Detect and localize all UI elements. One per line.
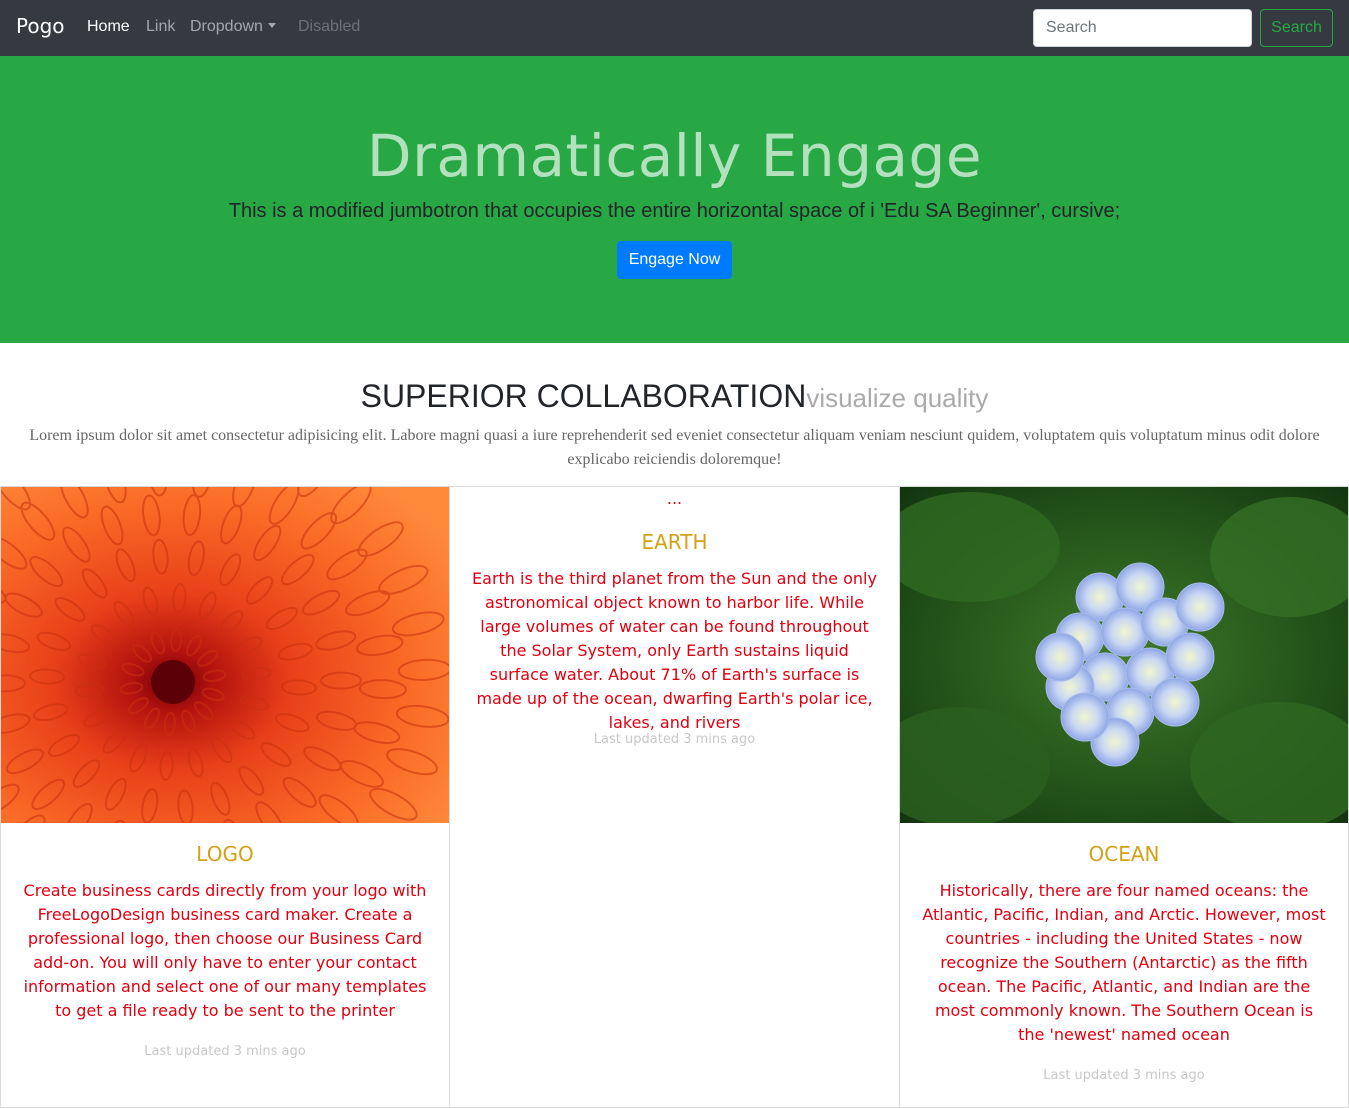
section-subtitle: visualize quality <box>806 383 989 413</box>
card-logo: LOGO Create business cards directly from… <box>0 486 450 1108</box>
nav-disabled: Disabled <box>298 18 361 35</box>
section-text: Lorem ipsum dolor sit amet consectetur a… <box>29 427 1320 468</box>
card-meta: Last updated 3 mins ago <box>144 1044 306 1059</box>
section-heading: SUPERIOR COLLABORATIONvisualize quality <box>0 378 1349 415</box>
nav-home[interactable]: Home <box>87 18 130 36</box>
card-text: Create business cards directly from your… <box>23 881 427 1020</box>
card-earth: ... EARTH Earth is the third planet from… <box>449 486 900 1108</box>
brand-logo[interactable]: Pogo <box>16 14 65 38</box>
nav-dropdown-label: Dropdown <box>190 18 263 35</box>
jumbotron-title: Dramatically Engage <box>366 122 983 190</box>
navbar: Pogo Home Link Dropdown Disabled Search <box>0 0 1349 56</box>
card-text: Earth is the third planet from the Sun a… <box>472 569 877 732</box>
card-meta: Last updated 3 mins ago <box>593 732 756 747</box>
card-title: EARTH <box>641 530 708 554</box>
broken-image-alt: ... <box>666 489 683 508</box>
jumbotron: Dramatically Engage This is a modified j… <box>0 56 1349 343</box>
card-ocean: OCEAN Historically, there are four named… <box>899 486 1349 1108</box>
section-title: SUPERIOR COLLABORATION <box>360 378 807 414</box>
hydrangea-image <box>900 487 1348 823</box>
card-title: LOGO <box>196 842 254 866</box>
nav-dropdown[interactable]: Dropdown <box>190 18 276 36</box>
jumbotron-lead: This is a modified jumbotron that occupi… <box>228 200 1121 222</box>
card-meta: Last updated 3 mins ago <box>1043 1068 1205 1083</box>
nav-link[interactable]: Link <box>146 18 175 36</box>
search-button[interactable]: Search <box>1260 9 1333 47</box>
card-title: OCEAN <box>1088 842 1160 866</box>
search-input[interactable] <box>1033 9 1252 47</box>
card-text: Historically, there are four named ocean… <box>922 881 1326 1044</box>
orange-flower-image <box>1 487 449 823</box>
engage-now-button[interactable]: Engage Now <box>617 241 732 279</box>
caret-down-icon <box>267 23 276 28</box>
